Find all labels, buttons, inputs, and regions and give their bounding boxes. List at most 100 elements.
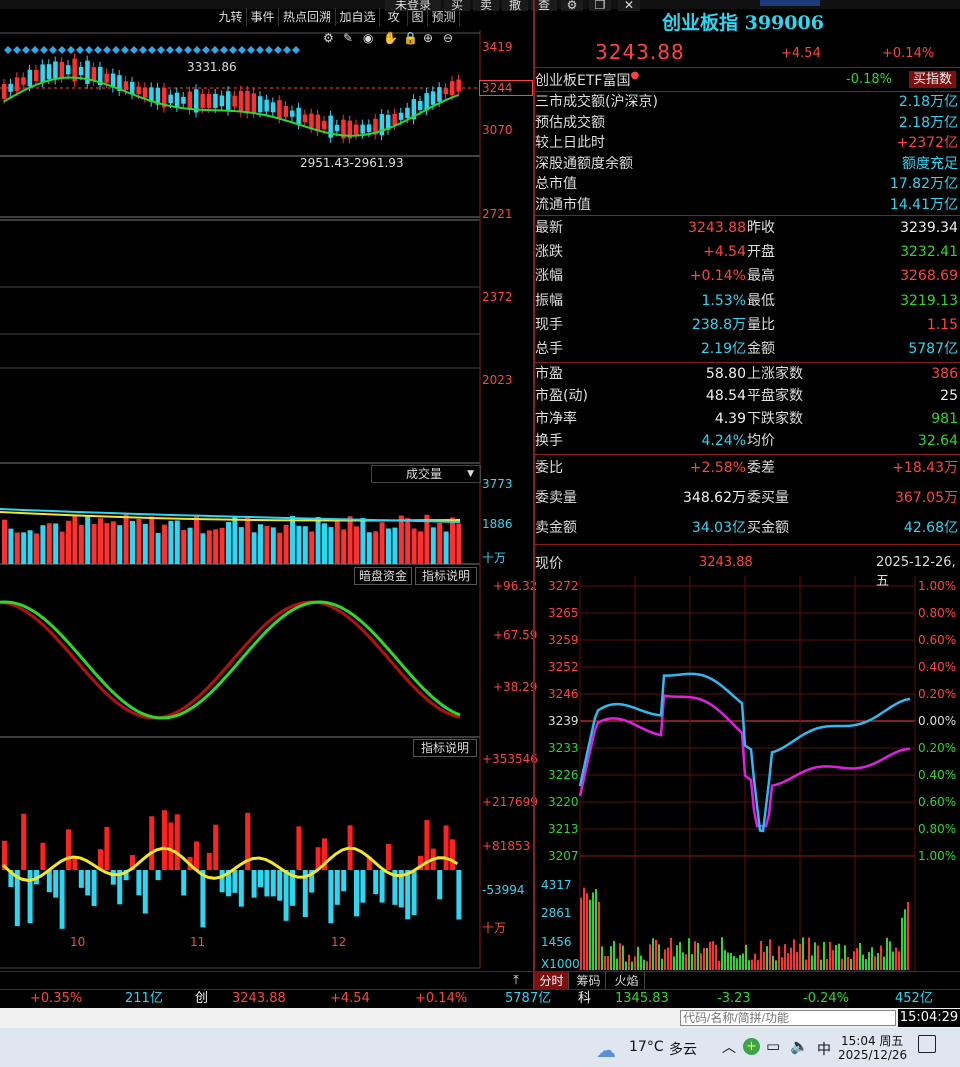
field-value: 348.62万 [683,490,746,506]
market-row-label: 较上日此时 [535,135,605,151]
intraday-volume-bar [685,954,687,970]
kline-chart[interactable]: ⚙ ✎ ◉ ✋ 🔒 ⊕ ⊖ [0,0,533,1000]
money-flow-bar [72,857,78,870]
etf-label[interactable]: 创业板ETF富国● [535,70,639,90]
app-tray-icon[interactable]: + [743,1038,760,1055]
chart-tool-icon[interactable]: ⊕ [423,31,433,45]
intraday-volume-bar [901,917,903,970]
intraday-volume-bar [745,944,747,970]
intraday-volume-bar [847,956,849,970]
volume-bar [360,517,366,564]
intraday-volume-bar [826,959,828,970]
field-value: 58.80 [705,366,746,382]
intraday-volume-bar [697,942,699,970]
money-flow-bar [40,842,46,870]
gear-icon[interactable]: ⚙ [561,0,583,11]
volume-bar [392,527,398,564]
notification-icon[interactable] [918,1035,936,1053]
tab-chips[interactable]: 筹码 [572,972,606,990]
volume-bar [104,523,110,564]
ind1-tick: +67.59 [493,628,538,642]
pin-icon[interactable]: ⤒ [502,972,530,990]
volume-bar [309,531,315,564]
weather-text[interactable]: 多云 [669,1039,697,1059]
intraday-volume-bar [598,901,600,970]
signal-diamond [265,46,273,54]
volume-bar [258,524,263,564]
money-flow-bar [277,870,283,901]
field-value: 25 [940,388,958,405]
signal-diamond [22,46,30,54]
field-label: 涨跌 [535,244,563,261]
field-label: 昨收 [747,220,775,236]
restore-icon[interactable]: ❐ [589,0,611,11]
buy-index-button[interactable]: 买指数 [909,71,956,88]
signal-diamond [166,46,174,54]
ticker-c-name[interactable]: 科 [578,990,591,1007]
volume-icon[interactable]: 🔈 [790,1037,809,1055]
intraday-volume-bar [682,952,684,970]
indicator-help-button-2[interactable]: 指标说明 [413,739,477,757]
title-tab[interactable] [760,0,820,6]
intraday-volume-bar [595,889,597,970]
money-flow-bar [386,844,391,870]
intraday-chart[interactable] [535,576,960,972]
intraday-volume-bar [895,947,897,970]
chart-tool-icon[interactable]: ⊖ [443,31,453,45]
market-row: 流通市值 14.41万亿 [535,195,960,215]
weather-temp[interactable]: 17°C [629,1039,664,1055]
money-flow-bar [379,870,385,903]
tab-intraday[interactable]: 分时 [535,972,569,990]
intraday-volume-bar [652,938,654,970]
chevron-up-icon[interactable]: ︿ [722,1037,736,1057]
chart-tool-icon[interactable]: ✎ [343,31,353,45]
close-icon[interactable]: ✕ [618,0,640,11]
volume-bar [238,527,244,564]
candle [168,94,173,104]
volume-bar [302,526,308,564]
chart-tool-icon[interactable]: ◉ [363,31,373,45]
indicator-help-button[interactable]: 指标说明 [415,567,477,585]
candle [290,110,295,117]
volume-indicator-select[interactable]: 成交量 ▼ [371,465,481,483]
candle [251,93,257,113]
candle [46,64,52,80]
field-label: 最新 [535,220,563,236]
volume-bar [110,521,116,564]
signal-diamond [103,46,111,54]
ime-indicator[interactable]: 中 [817,1039,831,1059]
ticker-b-name[interactable]: 创 [195,990,208,1007]
clock-time[interactable]: 15:04 周五 [841,1032,903,1049]
intraday-y-tick: 3252 [548,660,579,674]
field-value: 3232.41 [900,244,958,261]
clock-date[interactable]: 2025/12/26 [838,1048,907,1062]
search-input[interactable] [680,1010,896,1026]
network-icon[interactable]: ▭ [766,1037,780,1055]
tab-flame[interactable]: 火焰 [609,972,645,990]
volume-bar [373,531,379,564]
chart-tool-icon[interactable]: ✋ [383,31,398,45]
field-value: 386 [931,366,958,382]
intraday-volume-bar [751,959,753,970]
market-row-value: 额度充足 [902,155,958,172]
dark-pool-button[interactable]: 暗盘资金 [354,567,412,585]
x-tick: 10 [70,935,86,949]
signal-diamond [292,46,300,54]
volume-bar [85,516,91,564]
intraday-vol-tick: 2861 [541,906,572,920]
signal-diamond [94,46,102,54]
candle [443,88,449,95]
volume-bar [450,517,455,564]
chart-tool-icon[interactable]: 🔒 [403,31,418,45]
index-price: 3243.88 [595,40,685,64]
vol-tick: 1886 [482,517,513,531]
volume-bar [315,516,321,564]
volume-bar [2,519,7,564]
ticker-a-amt: 211亿 [125,991,163,1006]
chart-tool-icon[interactable]: ⚙ [323,31,334,45]
intraday-volume-bar [679,942,681,970]
intraday-volume-bar [778,946,780,970]
quote_grid-row: 涨幅 +0.14% 最高 3268.69 [535,264,960,288]
etf-pct: -0.18% [846,72,892,87]
money-flow-bar [334,870,340,905]
